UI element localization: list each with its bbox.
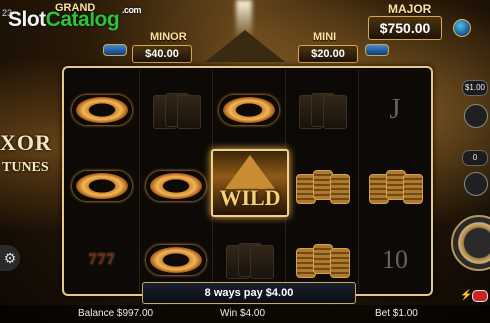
pyramid-icon [225, 155, 275, 189]
symbol-j: J [359, 82, 431, 137]
symbol-snake [66, 82, 138, 137]
symbol-cards [140, 82, 212, 137]
pyramid-graphic [205, 30, 285, 62]
royal-10-label: 10 [382, 244, 408, 274]
snake-icon [146, 244, 206, 275]
symbol-coins [359, 158, 431, 213]
turbo-toggle[interactable] [472, 290, 488, 302]
coins-icon [367, 168, 423, 204]
wild-label: WILD [219, 185, 281, 210]
bet-label: Bet $1.00 [375, 308, 418, 319]
game-logo-line2: TUNES [2, 160, 49, 175]
stack-coins-icon[interactable] [464, 104, 488, 128]
royal-j-label: J [389, 93, 401, 125]
symbol-cards [286, 82, 358, 137]
snake-icon [146, 170, 206, 201]
ankh-icon [103, 44, 127, 56]
coins-icon [294, 242, 350, 278]
reel-5: J 10 [358, 70, 431, 292]
autoplay-icon[interactable] [464, 172, 488, 196]
reel-grid: 777 J 10 WILD [62, 66, 433, 296]
jackpot-grand-label: GRAND [55, 2, 96, 14]
coins-icon [294, 168, 350, 204]
symbol-snake [140, 158, 212, 213]
symbol-snake [213, 82, 285, 137]
snake-icon [72, 94, 132, 125]
symbol-snake [66, 158, 138, 213]
symbol-coins [286, 232, 358, 287]
jackpot-major-label: MAJOR [388, 2, 432, 16]
jackpot-mini-value: $20.00 [298, 45, 358, 63]
symbol-10: 10 [359, 232, 431, 287]
jackpot-minor-label: MINOR [150, 31, 187, 43]
cards-icon [295, 91, 349, 129]
watermark-part1: Slot [8, 8, 46, 31]
balance-label: Balance $997.00 [78, 308, 154, 319]
ankh-icon [365, 44, 389, 56]
jackpot-minor-value: $40.00 [132, 45, 192, 63]
reel-4 [285, 70, 358, 292]
symbol-cards [213, 232, 285, 287]
cards-icon [222, 241, 276, 279]
reel-1: 777 [66, 70, 138, 292]
jackpot-major-value: $750.00 [368, 16, 442, 40]
counter-display: 0 [462, 150, 488, 166]
sevens-label: 777 [88, 250, 116, 268]
footer-bar: Balance $997.00 Win $4.00 Bet $1.00 [0, 305, 490, 323]
snake-icon [219, 94, 279, 125]
symbol-wild: WILD [211, 149, 289, 217]
lightning-icon: ⚡ [460, 290, 473, 301]
jackpot-mini-label: MINI [313, 31, 337, 43]
reel-2 [139, 70, 212, 292]
win-label: Win $4.00 [220, 308, 266, 319]
cards-icon [149, 91, 203, 129]
scarab-icon [453, 19, 471, 37]
game-logo-line1: XOR [0, 130, 52, 155]
coin-value-button[interactable]: $1.00 [462, 80, 488, 96]
symbol-sevens: 777 [66, 232, 138, 287]
snake-icon [72, 170, 132, 201]
watermark-domain: .com [122, 5, 142, 15]
win-message: 8 ways pay $4.00 [142, 282, 356, 304]
symbol-snake [140, 232, 212, 287]
symbol-coins [286, 158, 358, 213]
